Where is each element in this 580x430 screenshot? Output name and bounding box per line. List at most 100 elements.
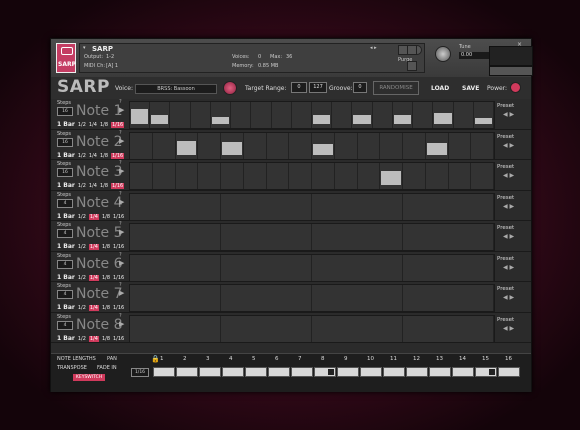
velocity-bar[interactable] xyxy=(313,143,333,155)
step-cell[interactable] xyxy=(413,102,434,128)
step-cell[interactable] xyxy=(471,132,494,159)
length-option[interactable]: 1/16 xyxy=(113,305,124,311)
tune-knob[interactable] xyxy=(435,46,451,62)
power-button[interactable] xyxy=(510,82,521,93)
step-cell[interactable] xyxy=(312,163,335,189)
step-cell[interactable] xyxy=(130,132,153,159)
step-cell[interactable] xyxy=(170,102,191,128)
step-cell[interactable] xyxy=(150,102,171,128)
step-cell[interactable] xyxy=(358,132,381,159)
steps-input[interactable]: 4 xyxy=(57,198,73,208)
length-option[interactable]: 1/2 xyxy=(78,305,86,311)
tune-value[interactable]: 0.00 xyxy=(459,52,489,59)
length-option[interactable]: 1/4 xyxy=(89,153,97,159)
preset-arrows-icon[interactable]: ◀ ▶ xyxy=(503,172,514,179)
play-icon[interactable]: ▶ xyxy=(119,228,124,236)
step-cell[interactable] xyxy=(403,254,494,281)
length-option[interactable]: 1/4 xyxy=(88,335,99,342)
column-value-box[interactable] xyxy=(360,367,382,377)
step-cell[interactable] xyxy=(358,163,381,189)
step-cell[interactable] xyxy=(449,132,472,159)
help-icon[interactable]: ? xyxy=(119,191,122,197)
length-option[interactable]: 1/2 xyxy=(78,122,86,128)
step-cell[interactable] xyxy=(403,163,426,189)
step-cell[interactable] xyxy=(231,102,252,128)
step-cell[interactable] xyxy=(221,163,244,189)
length-option[interactable]: 1/2 xyxy=(78,214,86,220)
play-icon[interactable]: ▶ xyxy=(119,137,124,145)
preset-arrows-icon[interactable]: ◀ ▶ xyxy=(503,264,514,271)
step-cell[interactable] xyxy=(312,224,403,250)
save-button[interactable]: SAVE xyxy=(462,85,479,92)
pan-label[interactable]: PAN xyxy=(107,356,117,362)
step-cell[interactable] xyxy=(393,102,414,128)
length-option[interactable]: 1/4 xyxy=(89,183,97,189)
column-value-box[interactable] xyxy=(199,367,221,377)
column-value-box[interactable] xyxy=(337,367,359,377)
mute-button[interactable] xyxy=(407,61,417,71)
step-cell[interactable] xyxy=(335,163,358,189)
velocity-bar[interactable] xyxy=(176,140,197,155)
length-option[interactable]: 1/4 xyxy=(89,122,97,128)
length-option[interactable]: 1/2 xyxy=(78,153,86,159)
column-value-box[interactable] xyxy=(429,367,451,377)
voice-select[interactable]: BRSS: Bassoon xyxy=(135,84,217,94)
step-cell[interactable] xyxy=(403,224,494,250)
step-cell[interactable] xyxy=(292,102,312,128)
length-option[interactable]: 1/8 xyxy=(100,153,108,159)
step-cell[interactable] xyxy=(426,163,449,189)
length-option[interactable]: 1/2 xyxy=(78,183,86,189)
length-option[interactable]: 1 Bar xyxy=(57,304,75,311)
length-option[interactable]: 1/16 xyxy=(113,275,124,281)
close-icon[interactable]: × xyxy=(517,41,522,48)
step-cell[interactable] xyxy=(198,132,221,159)
step-cell[interactable] xyxy=(251,102,272,128)
length-option[interactable]: 1 Bar xyxy=(57,213,75,220)
length-option[interactable]: 1/16 xyxy=(113,336,124,342)
velocity-bar[interactable] xyxy=(474,118,492,124)
range-low-input[interactable]: 0 xyxy=(291,82,307,93)
length-option[interactable]: 1/2 xyxy=(78,275,86,281)
length-option[interactable]: 1/2 xyxy=(78,244,86,250)
steps-input[interactable]: 4 xyxy=(57,259,73,269)
step-cell[interactable] xyxy=(130,163,153,189)
length-option[interactable]: 1/2 xyxy=(78,336,86,342)
keyswitch-button[interactable]: KEYSWITCH xyxy=(73,374,105,381)
column-value-box[interactable] xyxy=(475,367,497,377)
help-icon[interactable]: ? xyxy=(119,160,122,166)
play-icon[interactable]: ▶ xyxy=(119,289,124,297)
length-option[interactable]: 1/8 xyxy=(100,183,108,189)
step-cell[interactable] xyxy=(373,102,393,128)
step-grid[interactable] xyxy=(129,223,495,251)
step-cell[interactable] xyxy=(221,254,312,281)
step-cell[interactable] xyxy=(221,193,312,220)
step-cell[interactable] xyxy=(449,163,472,189)
step-cell[interactable] xyxy=(403,132,426,159)
velocity-bar[interactable] xyxy=(151,115,169,124)
lock-icon[interactable]: 🔒 xyxy=(151,355,160,363)
length-option[interactable]: 1/4 xyxy=(88,305,99,311)
length-option[interactable]: 1/8 xyxy=(102,244,110,250)
step-cell[interactable] xyxy=(130,193,221,220)
column-value-box[interactable] xyxy=(291,367,313,377)
velocity-bar[interactable] xyxy=(393,115,412,124)
step-cell[interactable] xyxy=(221,285,312,311)
length-option[interactable]: 1 Bar xyxy=(57,274,75,281)
output-value[interactable]: 1-2 xyxy=(106,54,114,60)
note-lengths-label[interactable]: NOTE LENGTHS xyxy=(57,356,96,362)
step-cell[interactable] xyxy=(289,132,312,159)
play-icon[interactable]: ▶ xyxy=(119,198,124,206)
velocity-bar[interactable] xyxy=(313,115,331,124)
help-icon[interactable]: ? xyxy=(119,252,122,258)
step-cell[interactable] xyxy=(312,315,403,342)
collapse-arrow-icon[interactable]: ▾ xyxy=(83,45,86,51)
steps-input[interactable]: 4 xyxy=(57,290,73,299)
step-cell[interactable] xyxy=(433,102,454,128)
step-cell[interactable] xyxy=(471,163,494,189)
help-icon[interactable]: ? xyxy=(119,313,122,319)
step-cell[interactable] xyxy=(244,132,267,159)
step-cell[interactable] xyxy=(191,102,211,128)
column-value-box[interactable] xyxy=(314,367,336,377)
steps-input[interactable]: 4 xyxy=(57,229,73,238)
length-value[interactable]: 1/16 xyxy=(131,368,149,377)
